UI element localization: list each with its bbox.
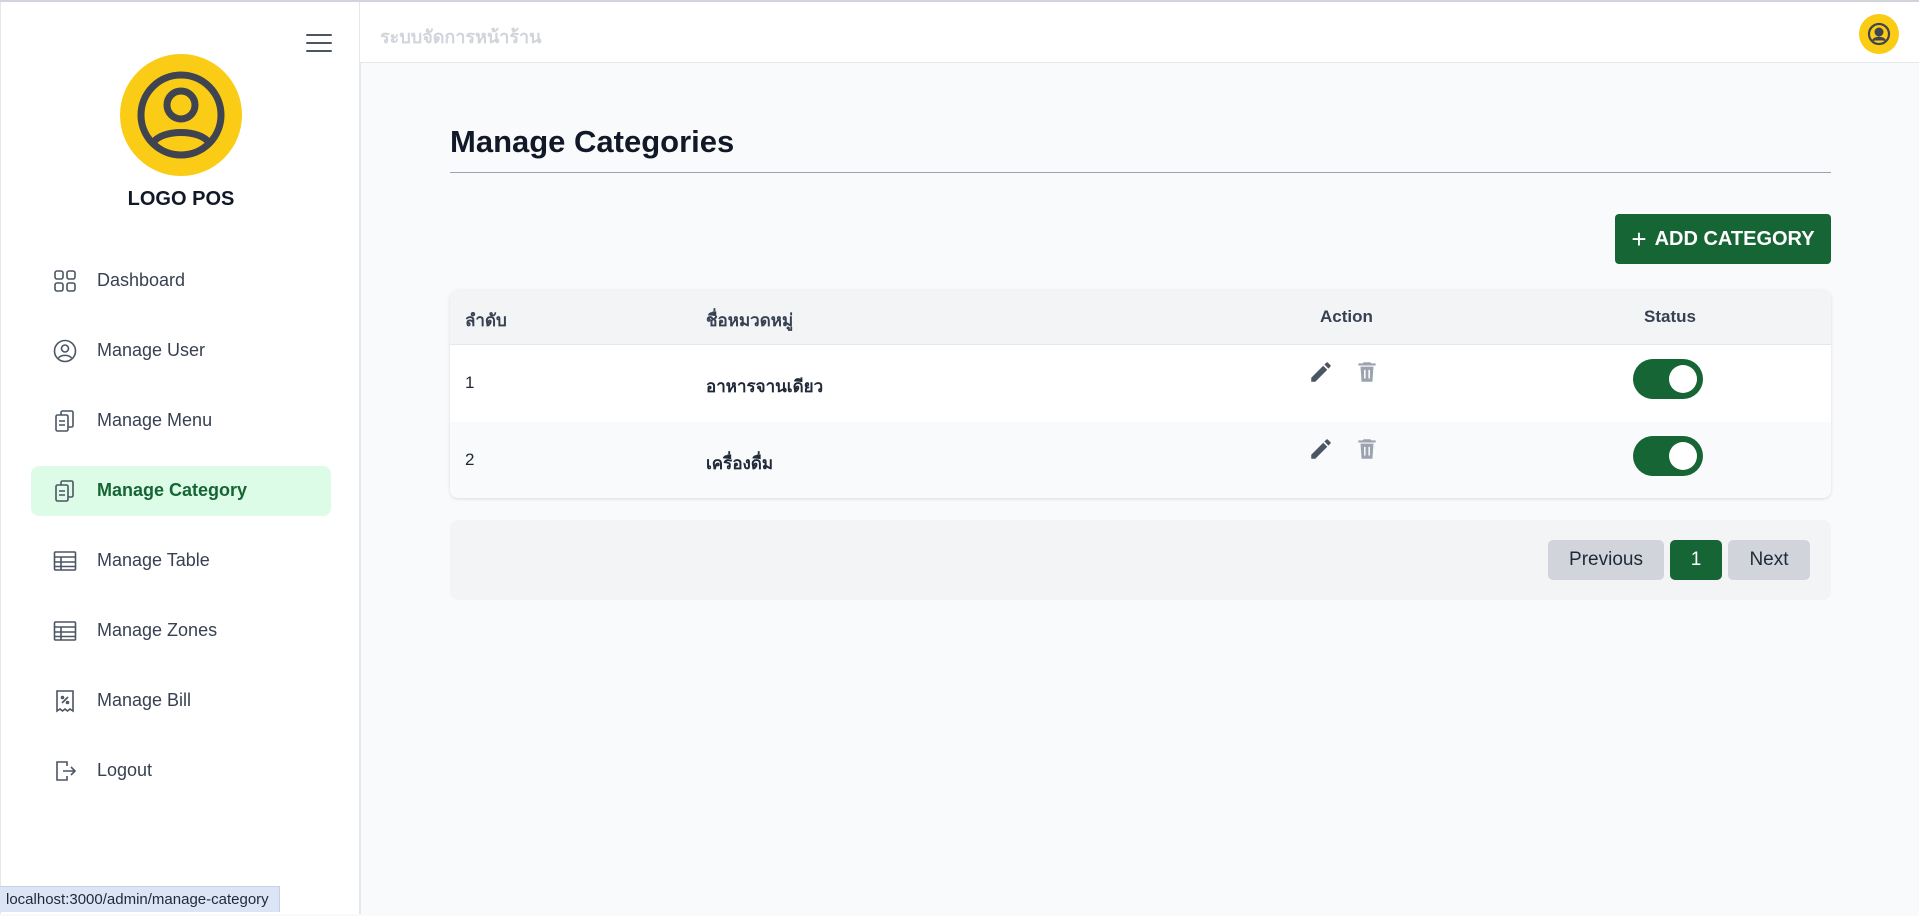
sidebar-item-manage-bill[interactable]: Manage Bill (31, 676, 331, 726)
row-index: 2 (465, 450, 475, 469)
logo-text: LOGO POS (127, 188, 235, 210)
title-divider (450, 172, 1831, 173)
sidebar-item-label: Manage Table (97, 550, 210, 570)
sidebar-item-dashboard[interactable]: Dashboard (31, 256, 331, 306)
category-name: เครื่องดื่ม (706, 454, 774, 473)
sidebar-item-label: Manage Zones (97, 620, 218, 640)
sidebar-item-logout[interactable]: Logout (31, 746, 331, 796)
sidebar-item-label: Manage Bill (97, 690, 192, 710)
toggle-knob (1669, 365, 1697, 393)
browser-status-url: localhost:3000/admin/manage-category (0, 886, 280, 912)
logout-icon (56, 761, 77, 781)
sidebar-item-manage-menu[interactable]: Manage Menu (31, 396, 331, 446)
table-icon (53, 621, 77, 641)
sidebar-item-label: Manage Category (97, 480, 248, 500)
clipboard-icon (55, 410, 74, 432)
column-header-name: ชื่อหมวดหมู่ (706, 311, 794, 330)
edit-icon[interactable] (1308, 359, 1334, 385)
category-table: ลำดับ ชื่อหมวดหมู่ Action Status 1 อาหาร… (450, 290, 1831, 498)
sidebar-item-manage-category[interactable]: Manage Category (31, 466, 331, 516)
plus-icon: + (1631, 224, 1647, 254)
next-page-button[interactable]: Next (1728, 540, 1810, 580)
previous-page-button[interactable]: Previous (1548, 540, 1664, 580)
trash-icon[interactable] (1354, 436, 1380, 462)
sidebar-item-manage-zones[interactable]: Manage Zones (31, 606, 331, 656)
sidebar-nav: Dashboard Manage User Manage Menu Manage… (31, 256, 331, 816)
toggle-knob (1669, 442, 1697, 470)
sidebar-item-label: Manage User (97, 340, 206, 360)
edit-icon[interactable] (1308, 436, 1334, 462)
sidebar-item-label: Manage Menu (97, 410, 213, 430)
add-category-button[interactable]: + ADD CATEGORY (1615, 214, 1831, 264)
add-category-label: ADD CATEGORY (1654, 227, 1815, 250)
page-1-button[interactable]: 1 (1670, 540, 1722, 580)
user-circle-icon (137, 71, 225, 159)
logo (120, 54, 242, 176)
table-row: 2 เครื่องดื่ม (450, 422, 1831, 498)
column-header-action: Action (1320, 307, 1373, 326)
sidebar-item-label: Dashboard (97, 270, 186, 290)
table-row: 1 อาหารจานเดียว (450, 345, 1831, 422)
page-title: Manage Categories (450, 124, 735, 159)
status-toggle[interactable] (1633, 436, 1703, 476)
pagination-bar: Previous 1 Next (450, 520, 1831, 600)
hamburger-menu-icon[interactable] (306, 34, 332, 56)
category-name: อาหารจานเดียว (706, 377, 824, 396)
row-index: 1 (465, 373, 475, 392)
grid-icon (54, 270, 76, 292)
sidebar: LOGO POS Dashboard Manage User Manage Me… (0, 2, 361, 914)
receipt-icon (56, 690, 74, 713)
table-icon (53, 551, 77, 571)
column-header-status: Status (1644, 307, 1696, 326)
top-header: ระบบจัดการหน้าร้าน (360, 2, 1919, 63)
table-header: ลำดับ ชื่อหมวดหมู่ Action Status (450, 290, 1831, 345)
column-header-index: ลำดับ (465, 311, 507, 330)
trash-icon[interactable] (1354, 359, 1380, 385)
sidebar-item-manage-table[interactable]: Manage Table (31, 536, 331, 586)
clipboard-icon (55, 480, 74, 502)
sidebar-item-manage-user[interactable]: Manage User (31, 326, 331, 376)
header-title: ระบบจัดการหน้าร้าน (380, 27, 542, 47)
user-circle-icon (53, 339, 77, 363)
user-circle-icon (1867, 22, 1891, 46)
user-avatar[interactable] (1859, 14, 1899, 54)
status-toggle[interactable] (1633, 359, 1703, 399)
sidebar-item-label: Logout (97, 760, 153, 780)
